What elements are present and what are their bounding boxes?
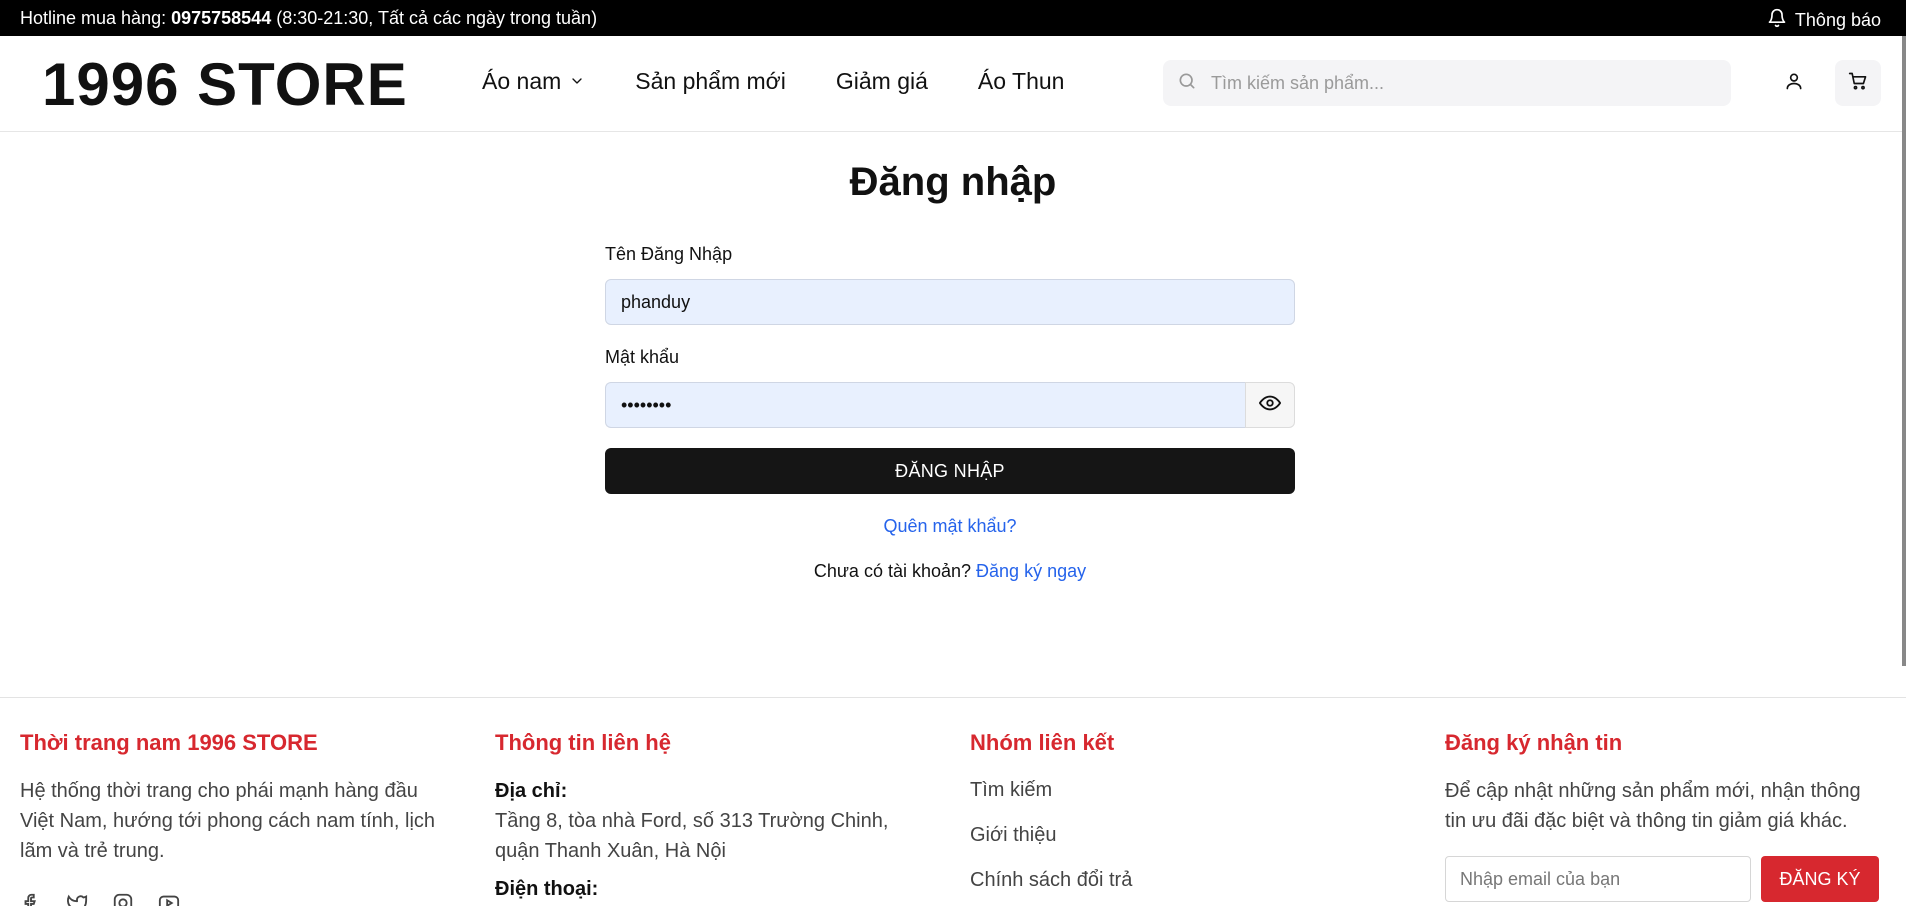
footer-contact: Thông tin liên hệ Địa chỉ: Tầng 8, tòa n… — [495, 730, 915, 904]
chevron-down-icon — [569, 68, 585, 95]
store-logo[interactable]: 1996 STORE — [42, 50, 408, 119]
signup-prompt: Chưa có tài khoản? Đăng ký ngay — [605, 561, 1295, 582]
cart-button[interactable] — [1835, 60, 1881, 106]
login-form: Tên Đăng Nhập phanduy Mật khẩu •••••••• … — [605, 244, 1295, 582]
footer-contact-title: Thông tin liên hệ — [495, 730, 671, 755]
footer-link-list: Tìm kiếm Giới thiệu Chính sách đổi trả — [970, 768, 1390, 903]
newsletter-email-input[interactable] — [1445, 856, 1751, 902]
search-box — [1163, 60, 1731, 106]
hotline-hours: (8:30-21:30, Tất cả các ngày trong tuần) — [271, 8, 598, 28]
top-bar: Hotline mua hàng: 0975758544 (8:30-21:30… — [0, 0, 1906, 36]
page-title: Đăng nhập — [849, 160, 1057, 204]
nav-item-giam-gia[interactable]: Giảm giá — [836, 68, 928, 95]
search-icon — [1177, 71, 1197, 96]
nav-item-ao-nam[interactable]: Áo nam — [482, 68, 585, 95]
nav-item-ao-thun[interactable]: Áo Thun — [978, 68, 1065, 95]
newsletter-text: Để cập nhật những sản phẩm mới, nhận thô… — [1445, 780, 1861, 832]
footer-about: Thời trang nam 1996 STORE Hệ thống thời … — [20, 730, 440, 906]
account-button[interactable] — [1771, 60, 1817, 106]
address-text: Tầng 8, tòa nhà Ford, số 313 Trường Chin… — [495, 810, 889, 862]
twitter-icon[interactable] — [66, 892, 88, 906]
bell-icon — [1767, 8, 1787, 33]
subscribe-button[interactable]: ĐĂNG KÝ — [1761, 856, 1879, 902]
scrollbar[interactable] — [1902, 36, 1906, 666]
hotline-prefix: Hotline mua hàng: — [20, 8, 172, 28]
footer-newsletter-title: Đăng ký nhận tin — [1445, 730, 1623, 755]
instagram-icon[interactable] — [112, 892, 134, 906]
password-field[interactable]: •••••••• — [605, 382, 1245, 428]
phone-label: Điện thoại: — [495, 878, 599, 900]
eye-icon — [1258, 392, 1282, 419]
newsletter-form: ĐĂNG KÝ — [1445, 856, 1885, 902]
password-wrapper: •••••••• — [605, 382, 1295, 428]
footer-about-title: Thời trang nam 1996 STORE — [20, 730, 318, 755]
password-label: Mật khẩu — [605, 347, 680, 367]
forgot-password-link[interactable]: Quên mật khẩu? — [605, 516, 1295, 537]
username-label: Tên Đăng Nhập — [605, 244, 733, 264]
main-nav: Áo nam Sản phẩm mới Giảm giá Áo Thun — [482, 68, 1064, 95]
site-footer: Thời trang nam 1996 STORE Hệ thống thời … — [0, 697, 1906, 906]
user-icon — [1784, 71, 1804, 96]
hotline-text: Hotline mua hàng: 0975758544 (8:30-21:30… — [20, 8, 597, 29]
no-account-text: Chưa có tài khoản? — [813, 561, 977, 581]
search-input[interactable] — [1211, 72, 1711, 94]
footer-links-title: Nhóm liên kết — [970, 730, 1115, 755]
username-field[interactable]: phanduy — [605, 279, 1295, 325]
footer-link-return-policy[interactable]: Chính sách đổi trả — [970, 858, 1390, 903]
toggle-password-button[interactable] — [1245, 382, 1295, 428]
signup-link[interactable]: Đăng ký ngay — [976, 561, 1086, 581]
login-button[interactable]: ĐĂNG NHẬP — [605, 448, 1295, 494]
nav-item-label: Giảm giá — [835, 68, 928, 94]
footer-link-search[interactable]: Tìm kiếm — [970, 768, 1390, 813]
nav-item-san-pham-moi[interactable]: Sản phẩm mới — [635, 68, 786, 95]
footer-links: Nhóm liên kết Tìm kiếm Giới thiệu Chính … — [970, 730, 1390, 903]
site-header: 1996 STORE Áo nam Sản phẩm mới Giảm giá … — [0, 36, 1906, 132]
nav-item-label: Sản phẩm mới — [635, 68, 786, 94]
social-links — [20, 892, 440, 906]
youtube-icon[interactable] — [158, 892, 180, 906]
nav-item-label: Áo Thun — [977, 68, 1065, 94]
hotline-number[interactable]: 0975758544 — [171, 8, 271, 28]
notifications-link[interactable]: Thông báo — [1767, 8, 1881, 33]
nav-item-label: Áo nam — [482, 68, 562, 94]
cart-icon — [1848, 71, 1868, 96]
facebook-icon[interactable] — [20, 892, 42, 906]
address-label: Địa chỉ: — [495, 780, 568, 802]
footer-about-text: Hệ thống thời trang cho phái mạnh hàng đ… — [20, 780, 436, 862]
notifications-label: Thông báo — [1794, 10, 1881, 30]
footer-link-about[interactable]: Giới thiệu — [970, 813, 1390, 858]
footer-newsletter: Đăng ký nhận tin Để cập nhật những sản p… — [1445, 730, 1885, 902]
